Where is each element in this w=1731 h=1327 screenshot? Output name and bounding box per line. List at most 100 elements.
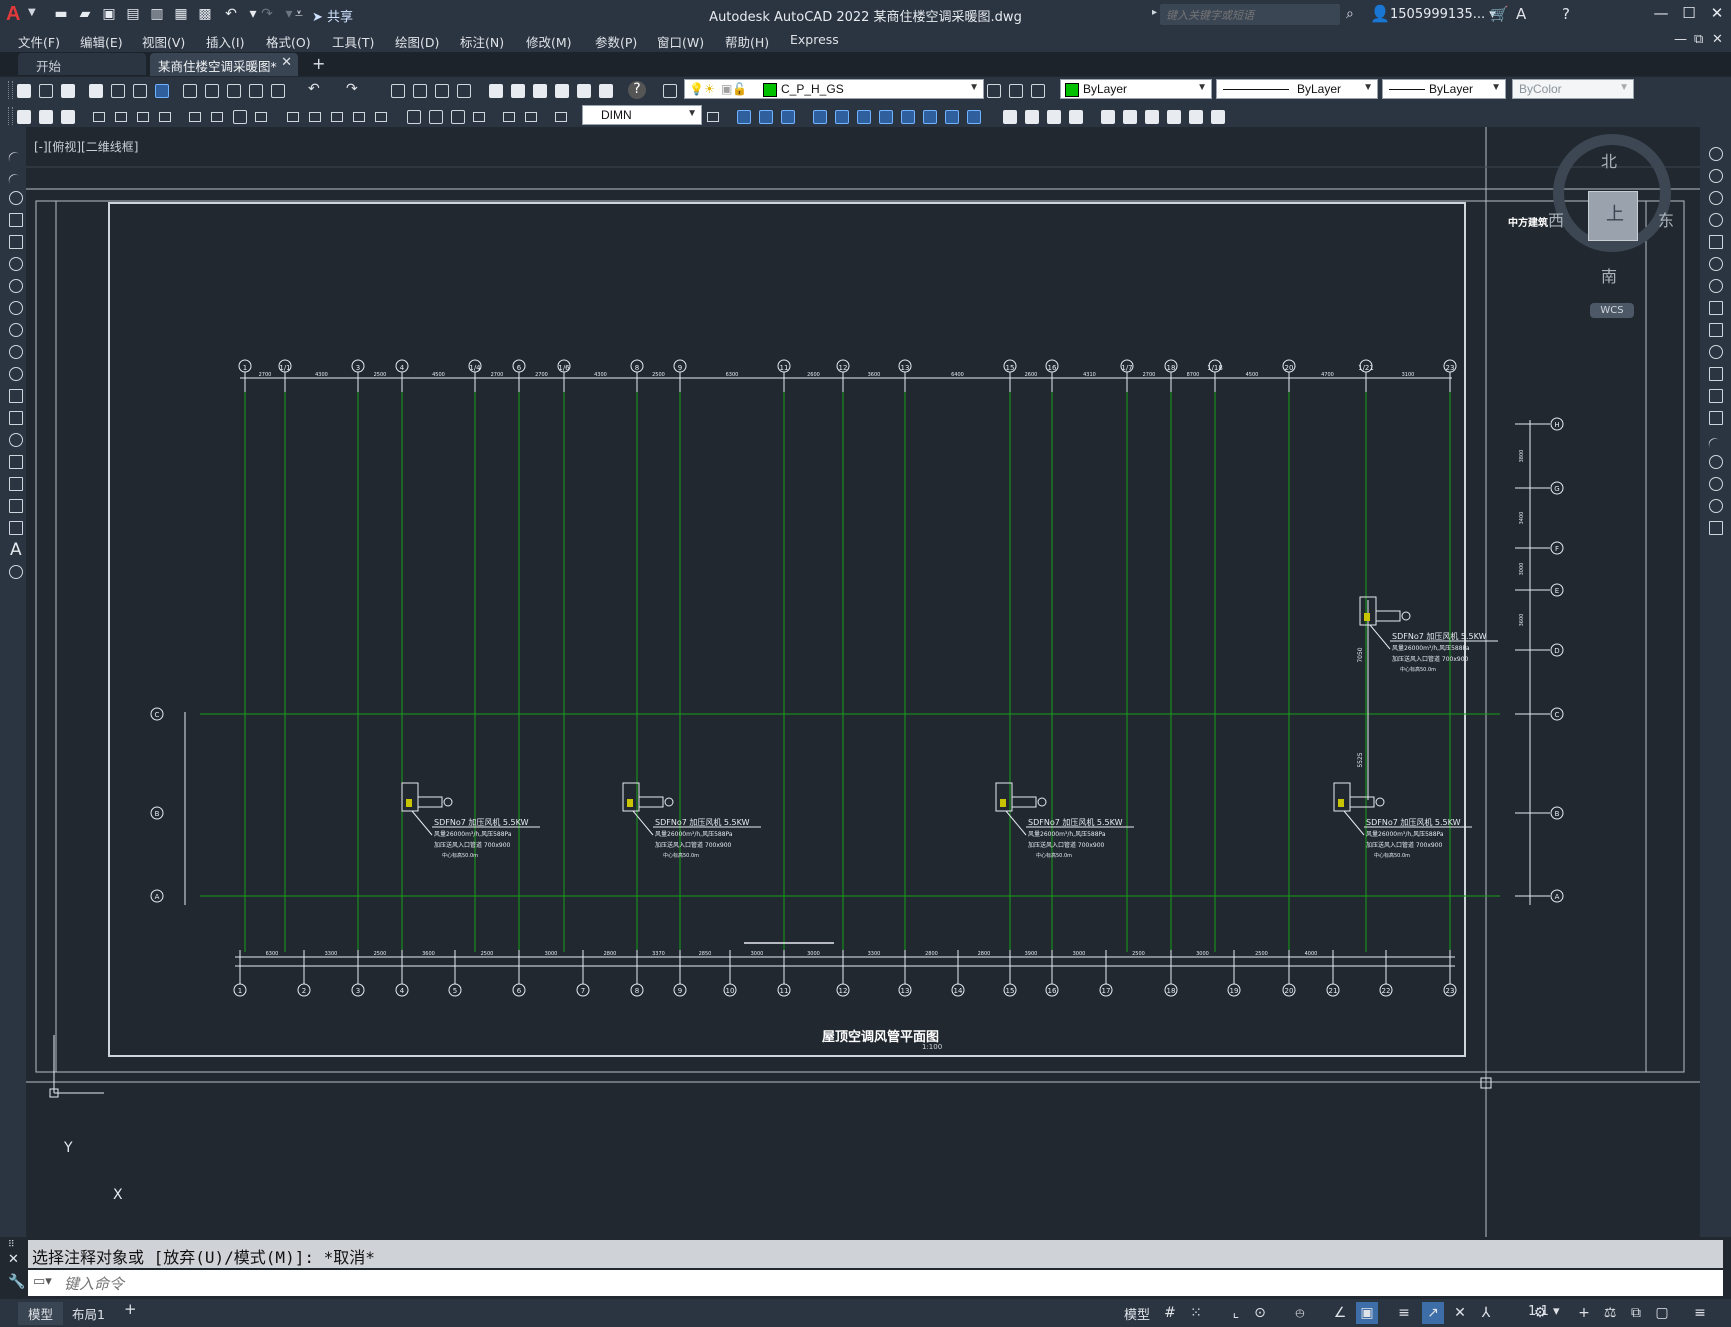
menu-express[interactable]: Express <box>790 32 839 47</box>
fillet-icon[interactable] <box>1706 474 1724 492</box>
dim-space-icon[interactable] <box>350 107 368 125</box>
menu-format[interactable]: 格式(O) <box>266 32 311 51</box>
quickcalc-icon[interactable] <box>596 81 614 99</box>
mdi-restore-button[interactable]: ⧉ <box>1694 32 1703 47</box>
redo-icon[interactable]: ↷ <box>258 5 276 23</box>
viewcube-east[interactable]: 东 <box>1658 207 1674 231</box>
copy-object-icon[interactable] <box>1706 166 1724 184</box>
plotstyle-dropdown[interactable]: ByColor ▼ <box>1512 79 1634 99</box>
copy-icon[interactable] <box>202 81 220 99</box>
extend-icon[interactable] <box>1706 364 1724 382</box>
explode-icon[interactable] <box>1706 518 1724 536</box>
dim-break-icon[interactable] <box>372 107 390 125</box>
linetype-dropdown[interactable]: ByLayer ▼ <box>1216 79 1378 99</box>
toolbar-grip[interactable] <box>8 107 13 125</box>
gradient-icon[interactable] <box>6 474 24 492</box>
plot-preview-icon[interactable] <box>108 81 126 99</box>
open-web-icon[interactable]: ▥ <box>148 5 166 23</box>
customize-quick-access-icon[interactable]: ⩡ <box>290 5 308 23</box>
clean-icon[interactable] <box>1022 107 1040 125</box>
auto-scale-icon[interactable]: ✕ <box>1450 1302 1470 1324</box>
circle-icon[interactable] <box>6 276 24 294</box>
search-icon[interactable]: ⌕ <box>1346 6 1354 22</box>
make-block-icon[interactable] <box>6 408 24 426</box>
menu-help[interactable]: 帮助(H) <box>725 32 769 51</box>
workspace-gear-icon[interactable]: ⚙ <box>1530 1302 1550 1324</box>
ortho-toggle-icon[interactable]: ⌞ <box>1226 1302 1246 1324</box>
user-icon[interactable]: 👤 <box>1370 4 1390 23</box>
block-editor-icon[interactable] <box>268 81 286 99</box>
menu-edit[interactable]: 编辑(E) <box>80 32 123 51</box>
clean-screen-icon[interactable]: ▢ <box>1652 1302 1672 1324</box>
extrude-faces-icon[interactable] <box>810 107 828 125</box>
open-icon[interactable] <box>36 81 54 99</box>
dimtedit-icon[interactable] <box>522 107 540 125</box>
move-faces-icon[interactable] <box>832 107 850 125</box>
plot-toolbar-icon[interactable] <box>86 81 104 99</box>
recent-commands-icon[interactable]: ▭▾ <box>33 1274 52 1289</box>
find-icon[interactable] <box>14 107 32 125</box>
new-file-icon[interactable]: ▬ <box>52 5 70 23</box>
viewcube-south[interactable]: 南 <box>1601 263 1617 287</box>
share-button[interactable]: ➤ 共享 <box>312 6 353 25</box>
arc-length-icon[interactable] <box>134 107 152 125</box>
trim-icon[interactable] <box>1706 342 1724 360</box>
blend-curves-icon[interactable] <box>1706 496 1724 514</box>
quick-properties-icon[interactable]: ⧉ <box>1626 1302 1646 1324</box>
center-mark-icon[interactable] <box>426 107 444 125</box>
cart-icon[interactable]: 🛒 <box>1490 5 1509 23</box>
linear-dim-icon[interactable] <box>90 107 108 125</box>
menu-draw[interactable]: 绘图(D) <box>395 32 439 51</box>
tab-document[interactable]: 某商住楼空调采暖图* ✕ <box>150 53 298 76</box>
menu-insert[interactable]: 插入(I) <box>206 32 244 51</box>
restore-window-button[interactable]: ☐ <box>1676 4 1702 22</box>
help-search-input[interactable] <box>1160 6 1342 25</box>
help-icon[interactable]: ? <box>1562 5 1570 23</box>
hatch-icon[interactable] <box>6 452 24 470</box>
model-space-button[interactable]: 模型 <box>1124 1304 1150 1323</box>
grid-toggle-icon[interactable]: # <box>1160 1302 1180 1324</box>
undo-icon[interactable]: ↶ <box>222 5 240 23</box>
copy-faces-icon[interactable] <box>942 107 960 125</box>
check-solid-icon[interactable] <box>1098 107 1116 125</box>
setup-view-icon[interactable] <box>1186 107 1204 125</box>
object-snap-toggle-icon[interactable]: ▣ <box>1356 1302 1378 1324</box>
autocad-logo-icon[interactable]: A <box>6 3 28 27</box>
app-menu-chevron-icon[interactable]: ▼ <box>28 7 36 18</box>
menu-dimension[interactable]: 标注(N) <box>460 32 504 51</box>
viewcube-west[interactable]: 西 <box>1548 207 1564 231</box>
mirror-icon[interactable] <box>1706 188 1724 206</box>
tolerance-icon[interactable] <box>404 107 422 125</box>
color-faces-icon[interactable] <box>964 107 982 125</box>
units-icon[interactable]: ⚖ <box>1600 1302 1620 1324</box>
taper-faces-icon[interactable] <box>920 107 938 125</box>
zoom-window-icon[interactable] <box>432 81 450 99</box>
user-name[interactable]: 1505999135... ▾ <box>1390 7 1496 22</box>
lineweight-dropdown[interactable]: ByLayer ▼ <box>1382 79 1506 99</box>
section-icon[interactable] <box>1142 107 1160 125</box>
add-selected-icon[interactable] <box>6 562 24 580</box>
rotate-faces-icon[interactable] <box>898 107 916 125</box>
break-at-point-icon[interactable] <box>1706 386 1724 404</box>
menu-tools[interactable]: 工具(T) <box>332 32 374 51</box>
imprint-icon[interactable] <box>1000 107 1018 125</box>
rectangle-icon[interactable] <box>6 232 24 250</box>
offset-faces-icon[interactable] <box>854 107 872 125</box>
revision-cloud-icon[interactable] <box>6 298 24 316</box>
model-layout-tab[interactable]: 模型 <box>18 1302 64 1325</box>
radius-dim-icon[interactable] <box>186 107 204 125</box>
search-expand-chevron-icon[interactable]: ▸ <box>1152 7 1157 18</box>
qnew-icon[interactable] <box>14 81 32 99</box>
snap-toggle-icon[interactable]: ⁙ <box>1186 1302 1206 1324</box>
ordinate-dim-icon[interactable] <box>156 107 174 125</box>
dimedit-icon[interactable] <box>500 107 518 125</box>
paste-icon[interactable] <box>224 81 242 99</box>
minimize-window-button[interactable]: — <box>1648 4 1674 22</box>
properties-icon[interactable] <box>486 81 504 99</box>
ellipse-icon[interactable] <box>6 342 24 360</box>
jogged-dim-icon[interactable] <box>208 107 226 125</box>
layer-previous-icon[interactable] <box>1006 81 1024 99</box>
redo-toolbar-icon[interactable]: ↷ <box>346 81 364 99</box>
delete-faces-icon[interactable] <box>876 107 894 125</box>
annotation-scale-icon[interactable]: ⅄ <box>1476 1302 1496 1324</box>
